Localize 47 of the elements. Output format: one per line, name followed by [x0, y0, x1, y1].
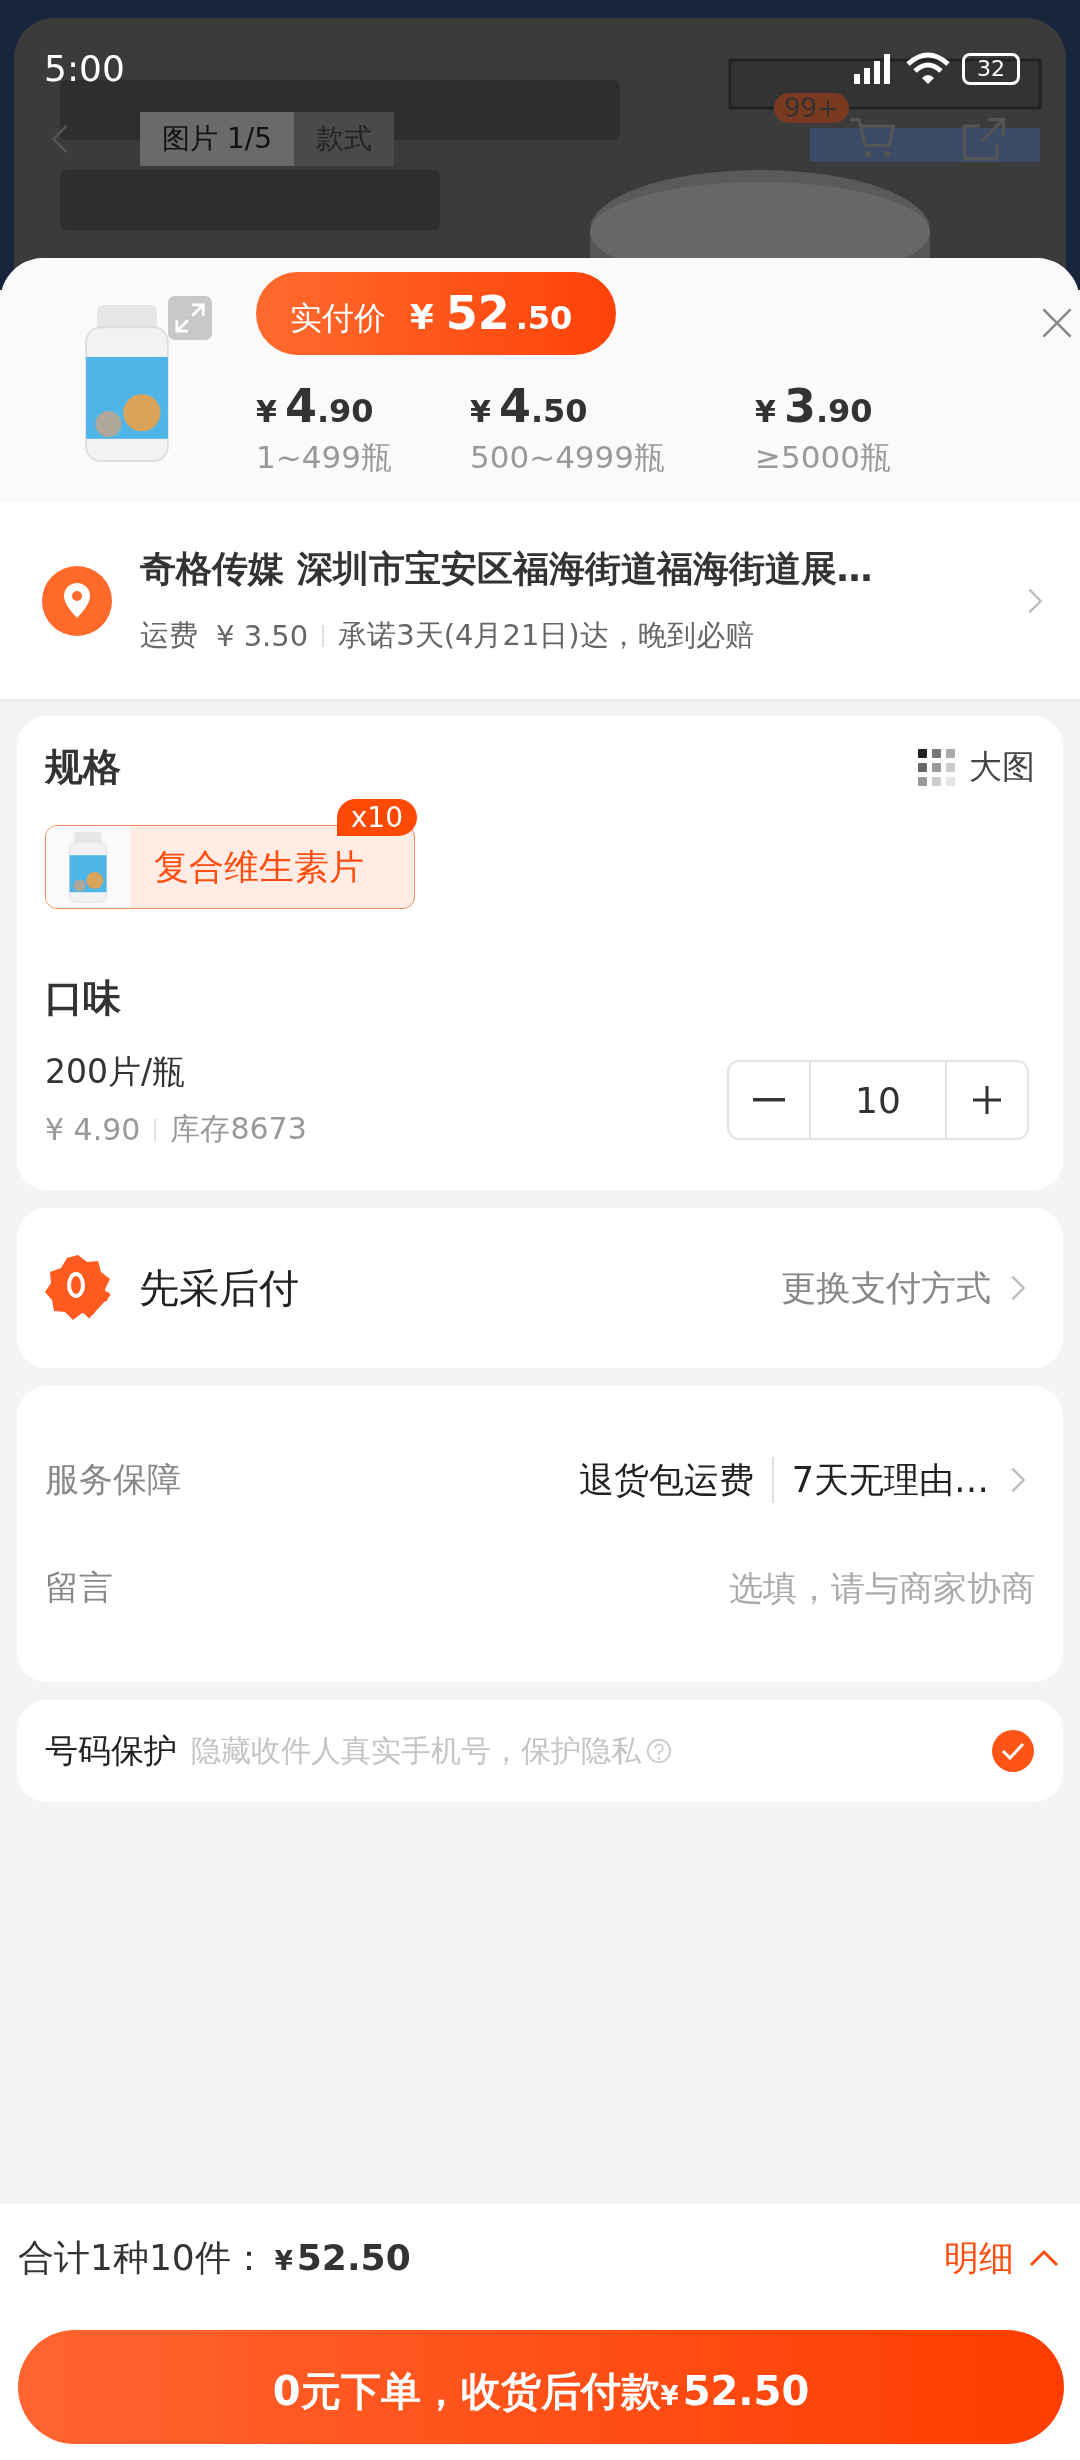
service-tag[interactable]: 7天无理由… [791, 1456, 989, 1504]
checkbox[interactable] [991, 1729, 1035, 1773]
privacy-hint: 隐藏收件人真实手机号，保护隐私 [191, 1731, 641, 1770]
payment-row[interactable]: 先采后付 更换支付方式 [17, 1208, 1063, 1368]
quantity-badge: x10 [336, 799, 417, 836]
location-pin-icon [42, 565, 112, 636]
variant-name: 200片/瓶 [45, 1051, 187, 1093]
shipping-fee: ¥ 3.50 [216, 619, 309, 653]
tier-price: ¥ 4.90 [256, 379, 374, 433]
minus-icon [753, 1098, 785, 1102]
tier-range: 1~499瓶 [256, 438, 393, 477]
close-icon[interactable] [1040, 306, 1074, 340]
variant-price: ¥ 4.90 [45, 1112, 141, 1147]
tier-range: 500~4999瓶 [470, 438, 667, 477]
delivery-promise: 承诺3天(4月21日)达，晚到必赔 [338, 617, 754, 654]
wifi-icon [906, 51, 950, 86]
paid-price-badge: 实付价 ¥ 52.50 [256, 272, 617, 355]
privacy-label: 号码保护 [45, 1729, 177, 1772]
grid-icon [918, 749, 955, 786]
help-icon[interactable] [645, 1737, 673, 1765]
message-field[interactable]: 选填，请与商家协商 [635, 1568, 1035, 1608]
section-title: 口味 [45, 975, 122, 1022]
view-toggle[interactable]: 大图 [918, 745, 1035, 790]
decrease-button[interactable] [727, 1060, 811, 1140]
address-text: 奇格传媒 深圳市宝安区福海街道福海街道展… [140, 547, 874, 591]
cart-badge: 99+ [774, 93, 849, 123]
section-title: 规格 [45, 744, 121, 791]
variant-stock: 库存8673 [170, 1110, 307, 1148]
battery-icon: 32 [962, 52, 1020, 85]
tier-range: ≥5000瓶 [755, 438, 892, 477]
order-total: ¥52.50 [274, 2236, 411, 2278]
order-summary: 合计1种10件： [18, 2235, 267, 2280]
service-tag[interactable]: 退货包运费 [578, 1456, 754, 1504]
row-label: 留言 [45, 1566, 113, 1609]
row-label: 服务保障 [45, 1458, 181, 1501]
quantity-field[interactable]: 10 [811, 1060, 945, 1140]
chevron-up-icon [1028, 2248, 1060, 2268]
payment-method: 先采后付 [139, 1263, 299, 1313]
address-row[interactable]: 奇格传媒 深圳市宝安区福海街道福海街道展… 运费 ¥ 3.50 承诺3天(4月21日)达，晚到必赔 [0, 502, 1080, 702]
expand-icon[interactable] [168, 296, 212, 340]
tier-price: ¥ 3.90 [755, 379, 873, 433]
status-time: 5:00 [44, 48, 125, 89]
plus-icon [971, 1084, 1003, 1116]
tier-price: ¥ 4.50 [470, 379, 588, 433]
increase-button[interactable] [945, 1060, 1029, 1140]
change-payment-link[interactable]: 更换支付方式 [781, 1264, 991, 1312]
shipping-label: 运费 [140, 617, 198, 654]
